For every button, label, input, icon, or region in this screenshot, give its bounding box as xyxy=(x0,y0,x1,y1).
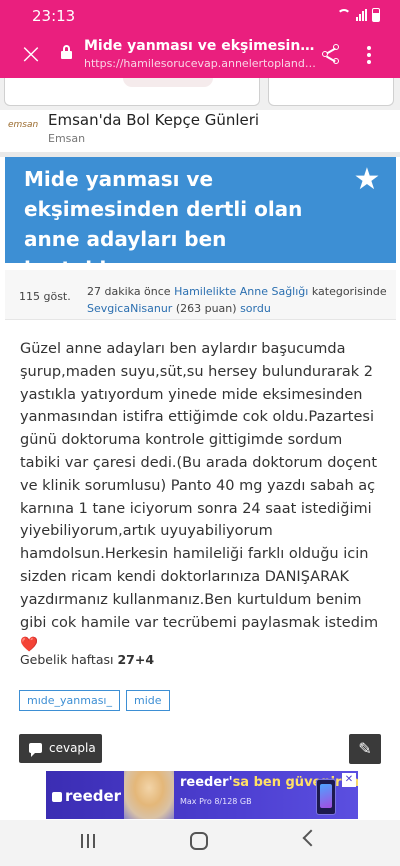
phone-image xyxy=(316,779,336,815)
banner-ad[interactable]: reeder reeder'sa ben güvenirim Max Pro 8… xyxy=(46,771,358,819)
question-header: Mide yanması ve ekşimesinden dertli olan… xyxy=(5,157,396,281)
author-link[interactable]: SevgicaNisanur xyxy=(87,302,172,315)
wifi-icon xyxy=(337,9,351,21)
lock-icon[interactable] xyxy=(61,45,72,59)
question-link[interactable]: sordu xyxy=(240,302,271,315)
status-icons xyxy=(337,8,380,22)
tag-list: mıde_yanması_ mide xyxy=(19,690,170,711)
question-body: Güzel anne adayları ben aylardır başucum… xyxy=(20,341,379,654)
meta-line: 27 dakika önce Hamilelikte Anne Sağlığı … xyxy=(87,283,387,317)
banner-brand: reeder xyxy=(52,787,121,805)
tag-link[interactable]: mide xyxy=(126,690,170,711)
sponsored-ad[interactable]: emsan Emsan'da Bol Kepçe Günleri Emsan xyxy=(0,110,400,152)
related-card[interactable] xyxy=(4,78,260,106)
category-suffix: kategorisinde xyxy=(311,285,387,298)
banner-model-image xyxy=(124,771,174,819)
week-label: Gebelik haftası xyxy=(20,652,114,667)
edit-icon[interactable]: ✎ xyxy=(349,734,381,764)
page-url[interactable]: https://hamilesorucevap.annelertoplandik… xyxy=(84,57,316,70)
time-ago: 27 dakika önce xyxy=(87,285,171,298)
pregnancy-week: Gebelik haftası 27+4 xyxy=(20,652,154,667)
banner-ad-container: reeder reeder'sa ben güvenirim Max Pro 8… xyxy=(0,770,400,820)
banner-subline: Max Pro 8/128 GB xyxy=(180,797,252,806)
author-points: (263 puan) xyxy=(175,302,237,315)
week-value: 27+4 xyxy=(117,652,155,667)
ad-close-icon[interactable]: ✕ xyxy=(342,773,356,787)
close-tab-button[interactable]: × xyxy=(18,40,44,68)
ad-logo: emsan xyxy=(8,120,39,130)
question-meta: 115 göst. 27 dakika önce Hamilelikte Ann… xyxy=(5,270,396,320)
status-time: 23:13 xyxy=(32,7,76,25)
question-title: Mide yanması ve ekşimesinden dertli olan… xyxy=(24,167,303,281)
reply-label: cevapla xyxy=(49,741,96,755)
view-count: 115 göst. xyxy=(19,290,71,303)
related-card[interactable] xyxy=(268,78,394,106)
signal-icon xyxy=(356,9,367,21)
star-icon[interactable]: ★ xyxy=(351,165,383,195)
battery-icon xyxy=(372,8,380,22)
ad-title[interactable]: Emsan'da Bol Kepçe Günleri xyxy=(48,111,259,129)
reply-button[interactable]: cevapla xyxy=(19,734,102,763)
brand-mark-icon xyxy=(52,792,62,802)
home-icon[interactable] xyxy=(190,832,208,850)
ad-advertiser: Emsan xyxy=(48,132,86,145)
back-icon[interactable] xyxy=(302,829,320,847)
tag-link[interactable]: mıde_yanması_ xyxy=(19,690,120,711)
recent-apps-icon[interactable] xyxy=(81,834,95,848)
related-cards-strip xyxy=(0,78,400,110)
share-icon[interactable] xyxy=(322,44,342,64)
system-nav-bar xyxy=(0,820,400,866)
browser-toolbar: × Mide yanması ve ekşimesinden d... http… xyxy=(0,32,400,78)
status-bar: 23:13 xyxy=(0,0,400,32)
page-title[interactable]: Mide yanması ve ekşimesinden d... xyxy=(84,38,316,54)
comment-icon xyxy=(29,743,42,757)
category-link[interactable]: Hamilelikte Anne Sağlığı xyxy=(174,285,308,298)
more-options-icon[interactable] xyxy=(362,42,376,68)
